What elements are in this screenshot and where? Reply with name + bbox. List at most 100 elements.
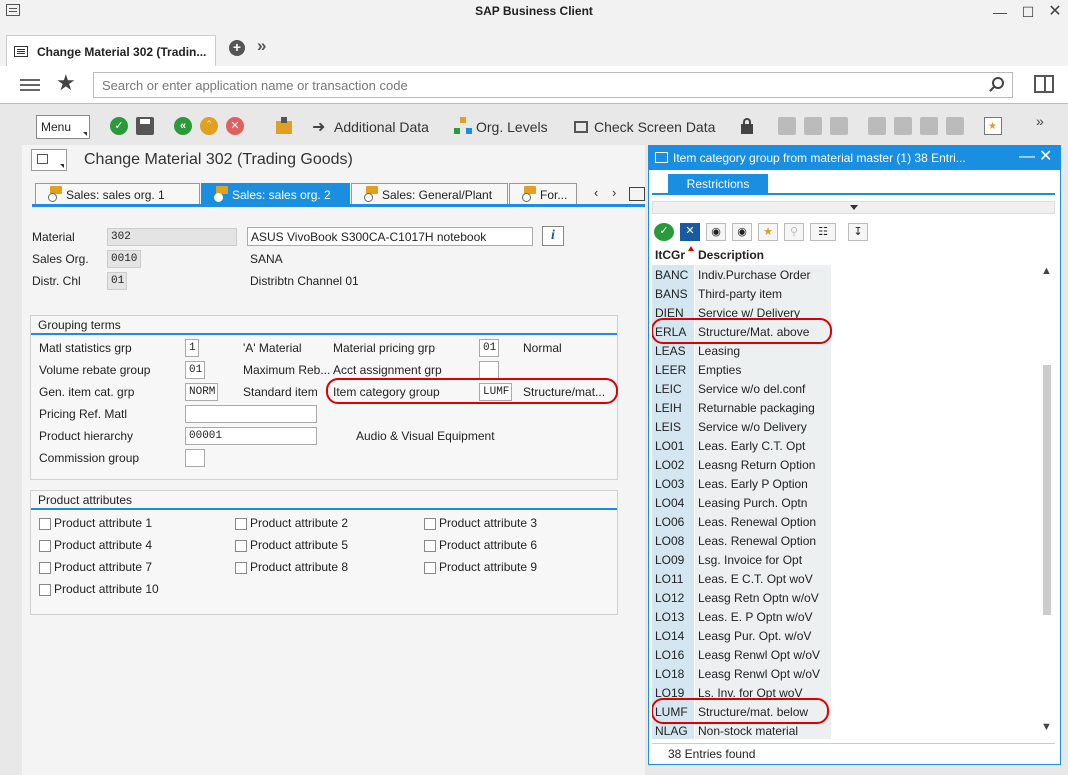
previous-page-icon[interactable]	[894, 117, 912, 135]
scroll-down-icon[interactable]: ▼	[1041, 721, 1052, 733]
table-row[interactable]: LO09 Lsg. Invoice for Opt	[652, 550, 1035, 569]
search-input[interactable]	[93, 72, 1013, 98]
check-icon[interactable]: ✓	[110, 117, 128, 135]
exit-icon[interactable]: ˆ	[200, 117, 218, 135]
table-row[interactable]: LO06 Leas. Renewal Option	[652, 512, 1035, 531]
table-row[interactable]: LO02 Leasng Return Option	[652, 455, 1035, 474]
sort-icon[interactable]: ↧	[848, 223, 868, 241]
main-content: Change Material 302 (Trading Goods) Sale…	[22, 145, 645, 775]
gen-item-cat-field[interactable]: NORM	[185, 383, 218, 401]
org-levels-icon[interactable]	[454, 117, 472, 135]
pricing-ref-field[interactable]	[185, 405, 317, 423]
dialog-minimize-icon[interactable]: —	[1019, 148, 1035, 166]
column-header-description[interactable]: Description	[698, 248, 764, 262]
org-levels-button[interactable]: Org. Levels	[476, 119, 548, 135]
tab-sales-general-plant[interactable]: Sales: General/Plant	[351, 183, 508, 204]
navigation-list-icon[interactable]	[20, 77, 40, 93]
product-attribute-1-checkbox[interactable]	[39, 518, 51, 530]
tab-next-icon[interactable]: ›	[612, 185, 616, 200]
table-row[interactable]: LO11 Leas. E C.T. Opt woV	[652, 569, 1035, 588]
find-next-icon[interactable]	[830, 117, 848, 135]
save-icon[interactable]	[136, 117, 154, 135]
product-hierarchy-field[interactable]: 00001	[185, 427, 317, 445]
cancel-dialog-icon[interactable]: ✕	[680, 223, 700, 241]
maximize-icon[interactable]: ☐	[1018, 3, 1038, 21]
side-panel-icon[interactable]	[1034, 75, 1054, 93]
lock-icon[interactable]	[738, 117, 756, 135]
tab-sales-org-1[interactable]: Sales: sales org. 1	[35, 183, 200, 204]
find-icon[interactable]: ◉	[706, 223, 726, 241]
tab-sales-org-2[interactable]: Sales: sales org. 2	[201, 183, 350, 204]
table-row[interactable]: LO16 Leasg Renwl Opt w/oV	[652, 645, 1035, 664]
product-attribute-3-checkbox[interactable]	[424, 518, 436, 530]
document-tab-change-material[interactable]: Change Material 302 (Tradin...	[6, 35, 216, 66]
find-icon[interactable]	[804, 117, 822, 135]
product-attribute-5-checkbox[interactable]	[235, 540, 247, 552]
scroll-up-icon[interactable]: ▲	[1041, 265, 1052, 277]
table-row[interactable]: LO18 Leasg Renwl Opt w/oV	[652, 664, 1035, 683]
add-tab-icon[interactable]: +	[229, 40, 245, 56]
product-attribute-4-checkbox[interactable]	[39, 540, 51, 552]
table-row[interactable]: LO13 Leas. E. P Optn w/oV	[652, 607, 1035, 626]
scrollbar-thumb[interactable]	[1043, 365, 1051, 615]
check-screen-data-icon[interactable]	[572, 117, 590, 135]
commission-group-field[interactable]	[185, 449, 205, 467]
table-row[interactable]: LO01 Leas. Early C.T. Opt	[652, 436, 1035, 455]
product-attribute-2-checkbox[interactable]	[235, 518, 247, 530]
table-row[interactable]: BANC Indiv.Purchase Order	[652, 265, 1035, 284]
print-icon[interactable]: ☷	[810, 223, 836, 241]
table-row[interactable]: LO03 Leas. Early P Option	[652, 474, 1035, 493]
tab-prev-icon[interactable]: ‹	[594, 185, 598, 200]
matl-statistics-field[interactable]: 1	[185, 339, 199, 357]
product-attribute-6-checkbox[interactable]	[424, 540, 436, 552]
table-row[interactable]: LEIS Service w/o Delivery	[652, 417, 1035, 436]
next-page-icon[interactable]	[920, 117, 938, 135]
material-pricing-field[interactable]: 01	[479, 339, 499, 357]
table-row[interactable]: LO14 Leasg Pur. Opt. w/oV	[652, 626, 1035, 645]
more-tabs-icon[interactable]: »	[257, 36, 266, 56]
tab-restrictions[interactable]: Restrictions	[668, 174, 768, 195]
minimize-icon[interactable]: —	[990, 3, 1010, 21]
acct-assignment-field[interactable]	[479, 361, 499, 379]
search-icon[interactable]	[992, 77, 1004, 89]
product-attribute-10-checkbox[interactable]	[39, 584, 51, 596]
check-screen-data-button[interactable]: Check Screen Data	[594, 119, 715, 135]
tab-list-icon[interactable]	[629, 187, 645, 201]
product-attribute-7-checkbox[interactable]	[39, 562, 51, 574]
find-next-icon[interactable]: ◉	[732, 223, 752, 241]
toolbar-overflow-icon[interactable]: »	[1036, 113, 1054, 131]
add-favorite-icon[interactable]: ★	[758, 223, 778, 241]
cancel-icon[interactable]: ✕	[226, 117, 244, 135]
other-material-icon[interactable]	[276, 117, 294, 135]
table-row[interactable]: LO12 Leasg Retn Optn w/oV	[652, 588, 1035, 607]
table-row[interactable]: LO04 Leasing Purch. Optn	[652, 493, 1035, 512]
tab-foreign-trade[interactable]: For...	[509, 183, 577, 204]
material-description-field[interactable]: ASUS VivoBook S300CA-C1017H notebook	[247, 227, 533, 246]
table-row[interactable]: LEIH Returnable packaging	[652, 398, 1035, 417]
additional-data-button[interactable]: Additional Data	[334, 119, 429, 135]
screen-menu-icon[interactable]	[31, 149, 67, 171]
table-row[interactable]: LO08 Leas. Renewal Option	[652, 531, 1035, 550]
dialog-close-icon[interactable]: ✕	[1039, 148, 1052, 166]
product-attribute-4-label: Product attribute 4	[54, 538, 153, 552]
menu-button[interactable]: Menu	[36, 115, 90, 139]
first-page-icon[interactable]	[868, 117, 886, 135]
volume-rebate-field[interactable]: 01	[185, 361, 205, 379]
table-row[interactable]: LEIC Service w/o del.conf	[652, 379, 1035, 398]
continue-icon[interactable]: ✓	[654, 223, 674, 241]
product-attribute-8-checkbox[interactable]	[235, 562, 247, 574]
table-row[interactable]: LEER Empties	[652, 360, 1035, 379]
grid-scrollbar[interactable]: ▲ ▼	[1038, 265, 1055, 739]
last-page-icon[interactable]	[946, 117, 964, 135]
favorites-star-icon[interactable]: ★	[56, 70, 76, 96]
info-icon[interactable]: i	[542, 226, 564, 246]
product-attribute-9-checkbox[interactable]	[424, 562, 436, 574]
print-icon[interactable]	[778, 117, 796, 135]
create-shortcut-icon[interactable]: ★	[984, 117, 1002, 135]
table-row[interactable]: BANS Third-party item	[652, 284, 1035, 303]
collapse-restrictions-bar[interactable]	[652, 201, 1055, 214]
back-icon[interactable]: «	[174, 117, 192, 135]
arrow-right-icon[interactable]: ➜	[312, 117, 330, 136]
column-header-key[interactable]: ItCGr	[655, 248, 685, 262]
close-icon[interactable]: ✕	[1045, 3, 1065, 21]
